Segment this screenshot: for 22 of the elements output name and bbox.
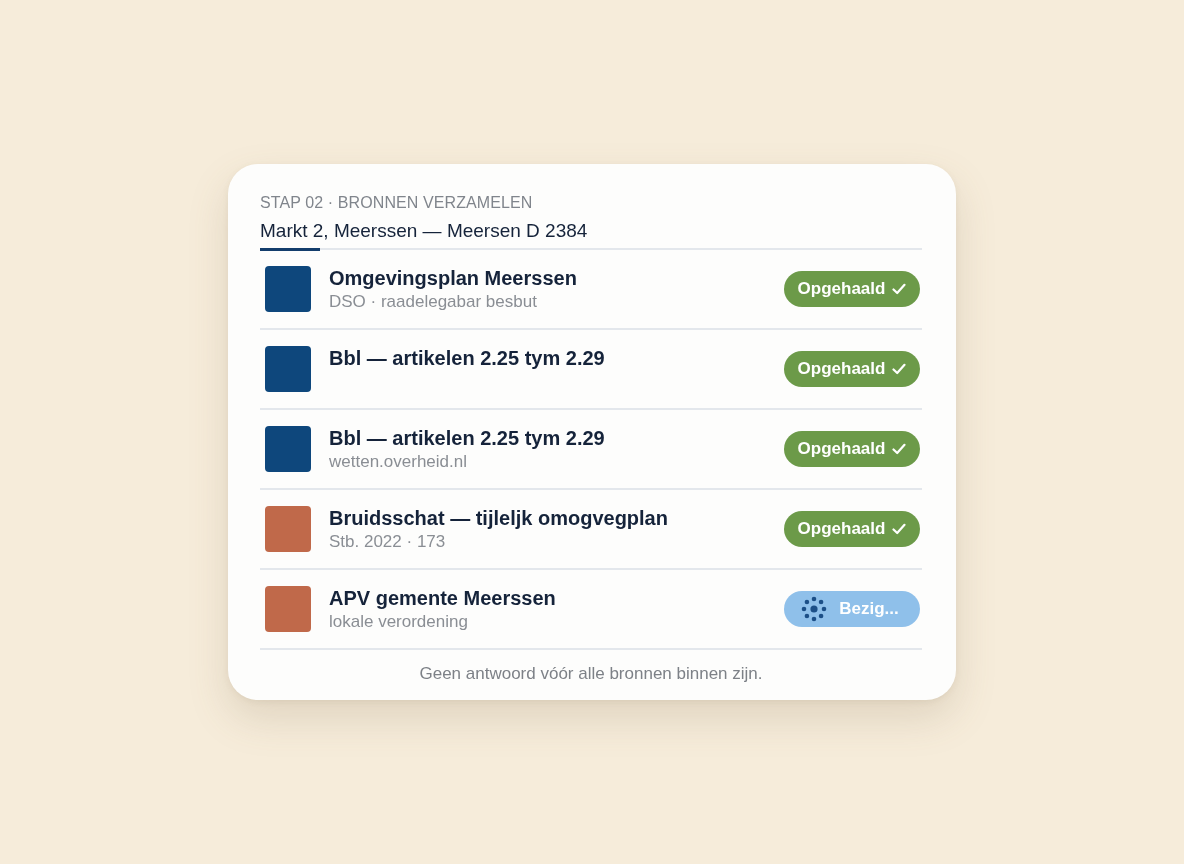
source-subtitle: wetten.overheid.nl bbox=[329, 451, 468, 473]
source-title: Bbl — artikelen 2.25 tym 2.29 bbox=[329, 426, 606, 450]
check-icon bbox=[892, 523, 907, 535]
source-title: Bbl — artikelen 2.25 tym 2.29 bbox=[329, 346, 606, 370]
status-badge: Opgehaald bbox=[784, 271, 920, 307]
loading-dots-icon bbox=[801, 596, 828, 622]
footer-note: Geen antwoord vóór alle bronnen binnen zijn. bbox=[418, 663, 764, 685]
step-label: STAP 02 · BRONNEN VERZAMELEN bbox=[260, 193, 534, 213]
check-icon bbox=[892, 443, 907, 455]
status-badge: Opgehaald bbox=[784, 511, 920, 547]
source-subtitle: Stb. 2022 · 173 bbox=[329, 531, 447, 553]
status-badge: Opgehaald bbox=[784, 431, 920, 467]
source-title: Bruidsschat — tijleljk omogvegplan bbox=[329, 506, 669, 530]
source-subtitle: DSO · raadelegabar besbut bbox=[329, 291, 538, 313]
source-title: Omgevingsplan Meerssen bbox=[329, 266, 578, 290]
check-icon bbox=[892, 283, 907, 295]
status-badge: Bezig... bbox=[784, 591, 920, 627]
check-icon bbox=[892, 363, 907, 375]
status-badge: Opgehaald bbox=[784, 351, 920, 387]
source-title: APV gemente Meerssen bbox=[329, 586, 557, 610]
address-title: Markt 2, Meerssen — Meersen D 2384 bbox=[260, 219, 589, 243]
source-subtitle: lokale verordening bbox=[329, 611, 469, 633]
